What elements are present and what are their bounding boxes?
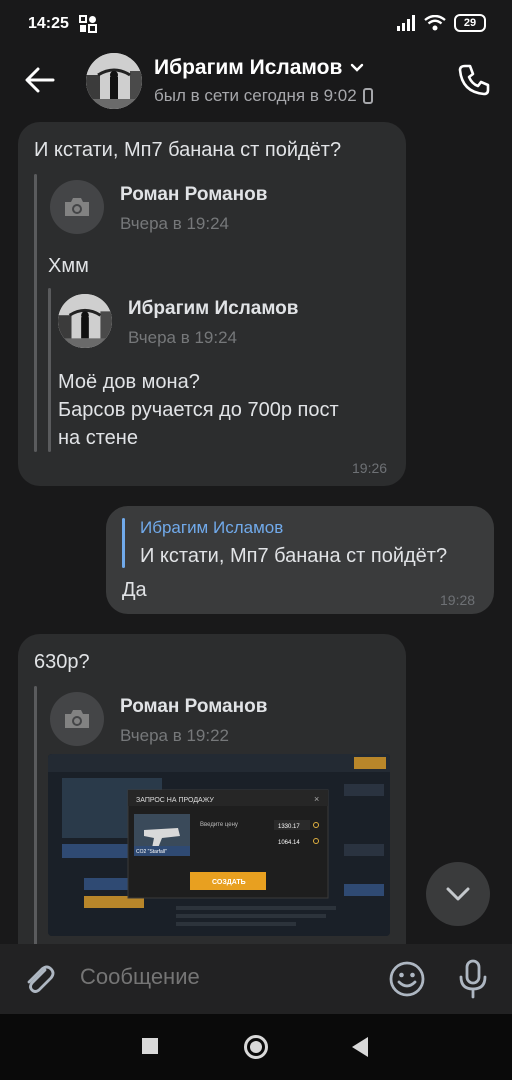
camera-icon <box>65 198 89 216</box>
message-time: 19:28 <box>440 592 476 608</box>
dialog-title: ЗАПРОС НА ПРОДАЖУ <box>136 797 214 804</box>
forward-date: Вчера в 19:24 <box>120 214 230 233</box>
forward-avatar[interactable] <box>50 692 104 746</box>
contact-name[interactable]: Ибрагим Исламов <box>154 56 364 80</box>
system-nav-bar <box>0 1014 512 1080</box>
chevron-down-icon <box>446 887 470 901</box>
attach-button[interactable] <box>20 960 58 998</box>
forward-line <box>34 686 37 964</box>
forward-author[interactable]: Роман Романов <box>120 696 267 718</box>
receive-value: 1064.14 <box>278 840 300 846</box>
camera-icon <box>65 710 89 728</box>
status-time: 14:25 <box>28 15 69 32</box>
mobile-device-icon <box>362 88 373 104</box>
message-text: Да <box>122 579 147 601</box>
home-icon[interactable] <box>243 1034 269 1060</box>
forward-line <box>34 174 37 452</box>
paperclip-icon <box>27 965 55 993</box>
voice-message-button[interactable] <box>454 958 492 1000</box>
forward-author[interactable]: Роман Романов <box>120 184 267 206</box>
battery-level: 29 <box>463 17 477 29</box>
arrow-left-icon <box>25 67 55 93</box>
reply-quote-text[interactable]: И кстати, Мп7 банана ст пойдёт? <box>140 542 447 570</box>
item-label: CO2 "Starfall" <box>136 849 167 855</box>
forward-date: Вчера в 19:22 <box>120 726 230 745</box>
call-button[interactable] <box>456 62 492 98</box>
contact-status: был в сети сегодня в 9:02 <box>154 86 373 106</box>
message-text: 630р? <box>34 651 90 673</box>
phone-icon <box>458 64 490 96</box>
signal-icon <box>397 15 415 31</box>
nested-forward-text-line: на стене <box>58 427 138 449</box>
message-bubble-incoming[interactable]: И кстати, Мп7 банана ст пойдёт? Роман Ро… <box>18 122 406 486</box>
reply-author[interactable]: Ибрагим Исламов <box>140 518 283 538</box>
wifi-icon <box>424 15 446 31</box>
forward-text: Хмм <box>48 255 89 277</box>
back-nav-icon[interactable] <box>352 1037 368 1057</box>
back-button[interactable] <box>22 62 58 98</box>
status-bar: 14:25 29 <box>0 0 512 48</box>
nested-forward-line <box>48 288 51 452</box>
emoji-button[interactable] <box>388 960 426 998</box>
message-time: 19:26 <box>352 460 388 476</box>
contact-name-text: Ибрагим Исламов <box>154 56 343 79</box>
price-label: Введите цену <box>200 822 238 828</box>
contact-avatar[interactable] <box>86 53 142 109</box>
chevron-down-icon <box>351 63 364 72</box>
smile-icon <box>389 961 425 997</box>
message-bubble-outgoing[interactable]: Ибрагим Исламов И кстати, Мп7 банана ст … <box>106 506 494 614</box>
reply-line <box>122 518 125 568</box>
nested-forward-text-line: Моё дов мона? <box>58 371 200 393</box>
create-button-label: СОЗДАТЬ <box>212 879 246 886</box>
recents-icon[interactable] <box>142 1038 158 1054</box>
battery-icon: 29 <box>454 14 486 32</box>
message-text: И кстати, Мп7 банана ст пойдёт? <box>34 139 342 161</box>
microphone-icon <box>459 959 487 999</box>
nested-forward-avatar[interactable] <box>58 294 112 348</box>
nested-forward-text-line: Барсов ручается до 700р пост <box>58 399 339 421</box>
nested-forward-author[interactable]: Ибрагим Исламов <box>128 298 298 320</box>
app-grid-icon <box>78 15 97 33</box>
message-input[interactable] <box>80 964 360 990</box>
message-composer <box>0 944 512 1014</box>
chat-header: Ибрагим Исламов был в сети сегодня в 9:0… <box>0 48 512 114</box>
nested-forward-date: Вчера в 19:24 <box>128 328 238 347</box>
svg-text:×: × <box>314 794 319 804</box>
forward-avatar[interactable] <box>50 180 104 234</box>
attached-screenshot-image[interactable]: ЗАПРОС НА ПРОДАЖУ × CO2 "Starfall" Введи… <box>48 754 390 936</box>
contact-status-text: был в сети сегодня в 9:02 <box>154 86 357 105</box>
price-value: 1330.17 <box>278 824 300 830</box>
scroll-down-button[interactable] <box>426 862 490 926</box>
